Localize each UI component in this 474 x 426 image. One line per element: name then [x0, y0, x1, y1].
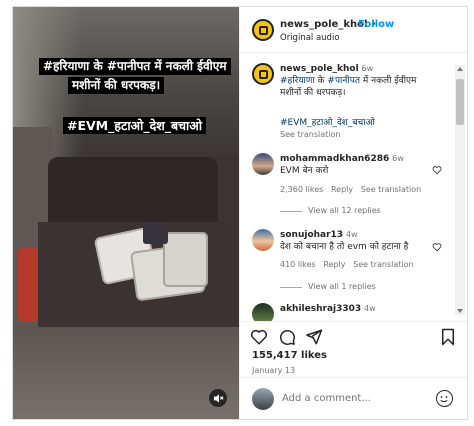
comment-body: sonujohar13 4w देश को बचाना है तो evm को… [280, 229, 440, 253]
view-replies-line [280, 211, 302, 212]
comment-likes[interactable]: 410 likes [280, 260, 316, 269]
heart-icon[interactable] [432, 242, 442, 252]
comment-body: akhileshraj3303 4w [280, 303, 376, 315]
comment-see-translation[interactable]: See translation [361, 185, 421, 194]
comment-likes[interactable]: 2,360 likes [280, 185, 323, 194]
video-scene-bumper [13, 327, 239, 419]
author-username[interactable]: news_pole_khol [280, 19, 367, 30]
author-logo-icon [258, 25, 268, 35]
likes-count[interactable]: 155,417 likes [252, 350, 327, 361]
scroll-down-arrow-icon[interactable] [457, 309, 463, 313]
scrollbar-thumb[interactable] [456, 79, 464, 125]
comment-reply-button[interactable]: Reply [331, 185, 353, 194]
view-replies-button[interactable]: View all 1 replies [308, 282, 376, 291]
post-header: news_pole_khol • Follow Original audio [240, 7, 467, 53]
author-logo-icon [258, 69, 268, 79]
comment-username[interactable]: mohammadkhan6286 [280, 154, 389, 164]
mute-button[interactable] [209, 389, 227, 407]
comment-see-translation[interactable]: See translation [353, 260, 413, 269]
comment-username[interactable]: sonujohar13 [280, 230, 343, 240]
heart-icon[interactable] [432, 165, 442, 175]
comment-text: EVM बेन करो [280, 166, 329, 176]
video-player[interactable]: #हरियाणा के #पानीपत में नकली ईवीएम मशीनो… [13, 7, 239, 419]
bookmark-icon[interactable] [440, 328, 456, 346]
share-send-icon[interactable] [305, 328, 323, 346]
add-comment-input[interactable] [282, 393, 422, 404]
caption-username[interactable]: news_pole_khol [280, 64, 359, 74]
comment-body: mohammadkhan6286 6w EVM बेन करो [280, 153, 404, 177]
commenter-avatar[interactable] [252, 229, 274, 251]
caption-author-avatar[interactable] [252, 63, 274, 85]
comment-actions: 410 likes Reply See translation [280, 260, 414, 269]
video-caption-line2: मशीनों की धरपकड़। [68, 77, 165, 94]
speaker-muted-icon [213, 393, 223, 403]
caption-line2: मशीनों की धरपकड़। [280, 88, 346, 98]
scroll-up-arrow-icon[interactable] [457, 67, 463, 71]
post-side-panel: news_pole_khol • Follow Original audio n… [239, 7, 467, 419]
video-caption-hashtag: #EVM_हटाओ_देश_बचाओ [63, 117, 207, 134]
view-replies-button[interactable]: View all 12 replies [308, 206, 381, 215]
video-caption-line1: #हरियाणा के #पानीपत में नकली ईवीएम [39, 58, 231, 75]
post-dialog: #हरियाणा के #पानीपत में नकली ईवीएम मशीनो… [12, 6, 468, 420]
emoji-icon[interactable] [436, 390, 453, 407]
view-replies-line [280, 287, 302, 288]
follow-button[interactable]: Follow [358, 19, 394, 30]
comments-scrollbar[interactable] [455, 65, 465, 315]
hashtag-link[interactable]: #हरियाणा [280, 76, 315, 86]
caption-text: news_pole_khol 6w #हरियाणा के #पानीपत मे… [280, 63, 450, 99]
hashtag-link[interactable]: #पानीपत [327, 76, 360, 86]
comment-age: 6w [392, 154, 404, 163]
commenter-avatar[interactable] [252, 153, 274, 175]
video-scene-seat [48, 157, 218, 227]
comment-text: देश को बचाना है तो evm को हटाना है [280, 242, 409, 252]
caption-age: 6w [361, 64, 374, 73]
video-scene-evm-unit [143, 222, 168, 244]
current-user-avatar [252, 388, 274, 410]
comment-age: 4w [345, 230, 358, 239]
comment-username[interactable]: akhileshraj3303 [280, 304, 361, 314]
original-audio-link[interactable]: Original audio [280, 33, 340, 43]
caption-word: के [317, 76, 325, 86]
commenter-avatar[interactable] [252, 303, 274, 321]
caption-see-translation[interactable]: See translation [280, 130, 340, 139]
comment-age: 4w [364, 304, 376, 313]
caption-hashtag-link[interactable]: #EVM_हटाओ_देश_बचाओ [280, 117, 375, 129]
comments-list[interactable]: news_pole_khol 6w #हरियाणा के #पानीपत मे… [240, 53, 467, 321]
comment-actions: 2,360 likes Reply See translation [280, 185, 421, 194]
smiley-face-icon [440, 396, 448, 403]
add-comment-bar [240, 377, 467, 419]
video-scene-extinguisher [18, 247, 38, 322]
comment-reply-button[interactable]: Reply [323, 260, 345, 269]
video-scene-evm-machine [163, 232, 208, 287]
like-heart-icon[interactable] [250, 328, 268, 346]
caption-rest: में नकली ईवीएम [362, 76, 417, 86]
author-avatar[interactable] [252, 19, 274, 41]
comment-bubble-icon[interactable] [278, 328, 296, 346]
post-date: January 13 [252, 366, 296, 375]
